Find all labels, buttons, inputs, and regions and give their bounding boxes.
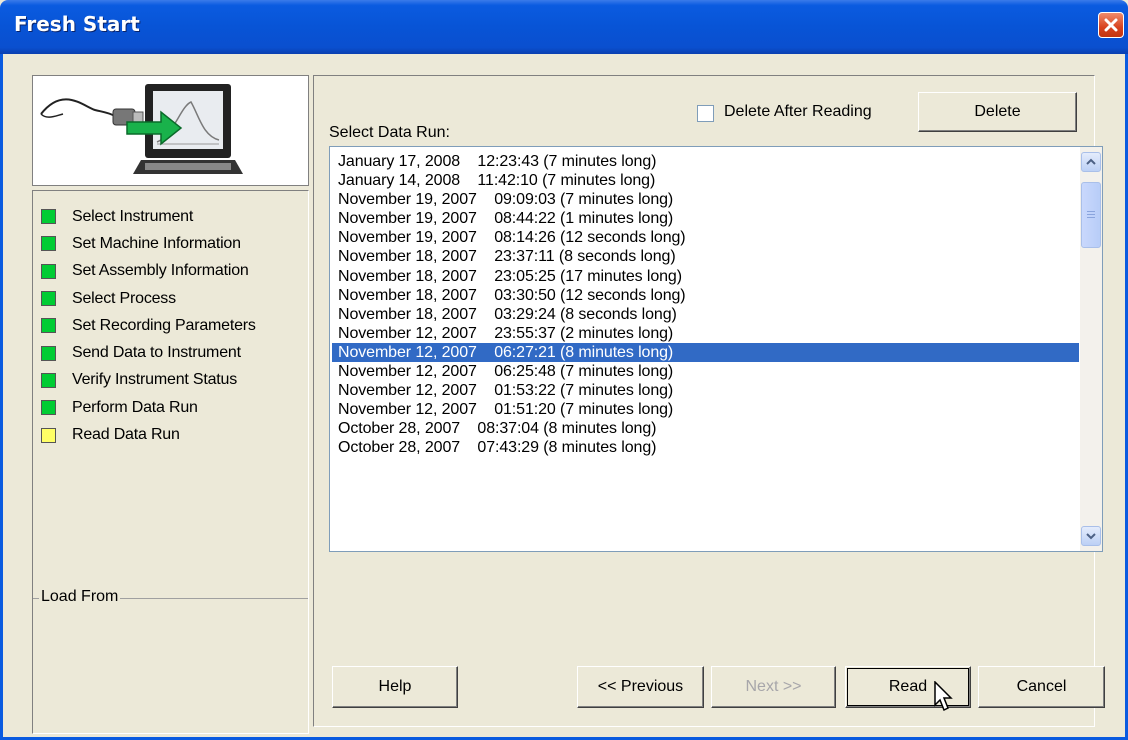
data-run-item[interactable]: November 19, 2007 08:14:26 (12 seconds l… (332, 228, 1079, 247)
scroll-thumb[interactable] (1081, 182, 1101, 248)
step-label: Select Instrument (72, 207, 194, 225)
step-read-data-run: Read Data Run (41, 421, 256, 448)
cancel-button[interactable]: Cancel (978, 666, 1105, 708)
load-from-group: Load From (33, 588, 308, 733)
step-label: Verify Instrument Status (72, 371, 238, 389)
previous-button[interactable]: << Previous (577, 666, 704, 708)
step-label: Read Data Run (72, 426, 180, 444)
step-label: Set Assembly Information (72, 262, 249, 280)
data-run-item[interactable]: January 17, 2008 12:23:43 (7 minutes lon… (332, 152, 1079, 171)
data-run-item[interactable]: October 28, 2007 07:43:29 (8 minutes lon… (332, 438, 1079, 457)
steps-list: Select Instrument Set Machine Informatio… (41, 203, 256, 449)
data-run-item[interactable]: November 12, 2007 01:51:20 (7 minutes lo… (332, 400, 1079, 419)
data-run-items: January 17, 2008 12:23:43 (7 minutes lon… (332, 152, 1079, 458)
step-label: Perform Data Run (72, 398, 198, 416)
data-run-item[interactable]: November 18, 2007 23:37:11 (8 seconds lo… (332, 247, 1079, 266)
step-status-indicator (41, 263, 56, 279)
step-status-indicator (41, 318, 56, 334)
delete-button[interactable]: Delete (918, 92, 1077, 132)
step-label: Select Process (72, 289, 176, 307)
close-icon (1104, 18, 1118, 32)
data-run-item[interactable]: November 18, 2007 03:29:24 (8 seconds lo… (332, 305, 1079, 324)
data-run-item[interactable]: November 12, 2007 23:55:37 (2 minutes lo… (332, 324, 1079, 343)
data-run-item[interactable]: November 18, 2007 03:30:50 (12 seconds l… (332, 286, 1079, 305)
scroll-up-button[interactable] (1081, 152, 1101, 172)
step-status-indicator (41, 236, 56, 252)
step-status-indicator (41, 400, 56, 416)
select-data-run-label: Select Data Run: (329, 124, 450, 141)
data-run-list[interactable]: January 17, 2008 12:23:43 (7 minutes lon… (329, 146, 1103, 552)
step-status-indicator (41, 372, 56, 388)
step-label: Set Recording Parameters (72, 316, 256, 334)
delete-after-reading-checkbox[interactable] (697, 105, 714, 122)
step-send-data-to-instrument: Send Data to Instrument (41, 339, 256, 366)
step-set-recording-parameters: Set Recording Parameters (41, 312, 256, 339)
title-bar: Fresh Start (0, 0, 1128, 54)
step-select-process: Select Process (41, 285, 256, 312)
step-label: Send Data to Instrument (72, 344, 241, 362)
mouse-pointer-icon (934, 681, 953, 712)
step-perform-data-run: Perform Data Run (41, 394, 256, 421)
data-run-item[interactable]: November 18, 2007 23:05:25 (17 minutes l… (332, 267, 1079, 286)
scroll-down-button[interactable] (1081, 526, 1101, 546)
step-set-machine-information: Set Machine Information (41, 230, 256, 257)
load-from-label: Load From (39, 588, 121, 606)
chevron-down-icon (1086, 533, 1096, 540)
help-button[interactable]: Help (332, 666, 458, 708)
step-set-assembly-information: Set Assembly Information (41, 258, 256, 285)
instrument-connection-logo (40, 84, 243, 174)
step-status-indicator (41, 345, 56, 361)
data-run-item[interactable]: January 14, 2008 11:42:10 (7 minutes lon… (332, 171, 1079, 190)
chevron-up-icon (1086, 158, 1096, 165)
step-label: Set Machine Information (72, 234, 241, 252)
next-button[interactable]: Next >> (711, 666, 836, 708)
data-run-item[interactable]: November 19, 2007 08:44:22 (1 minutes lo… (332, 209, 1079, 228)
delete-after-reading-label[interactable]: Delete After Reading (724, 103, 872, 121)
data-run-item[interactable]: November 12, 2007 01:53:22 (7 minutes lo… (332, 381, 1079, 400)
data-run-item[interactable]: November 19, 2007 09:09:03 (7 minutes lo… (332, 190, 1079, 209)
logo-panel (32, 75, 309, 186)
data-run-item[interactable]: October 28, 2007 08:37:04 (8 minutes lon… (332, 419, 1079, 438)
window-title: Fresh Start (14, 12, 140, 36)
data-run-item[interactable]: November 12, 2007 06:25:48 (7 minutes lo… (332, 362, 1079, 381)
step-verify-instrument-status: Verify Instrument Status (41, 367, 256, 394)
step-status-indicator (41, 427, 56, 443)
vertical-scrollbar[interactable] (1080, 147, 1102, 551)
step-status-indicator (41, 209, 56, 225)
data-run-item[interactable]: November 12, 2007 06:27:21 (8 minutes lo… (332, 342, 1079, 363)
steps-panel: Select Instrument Set Machine Informatio… (32, 190, 309, 734)
step-select-instrument: Select Instrument (41, 203, 256, 230)
close-button[interactable] (1098, 12, 1124, 38)
step-status-indicator (41, 291, 56, 307)
